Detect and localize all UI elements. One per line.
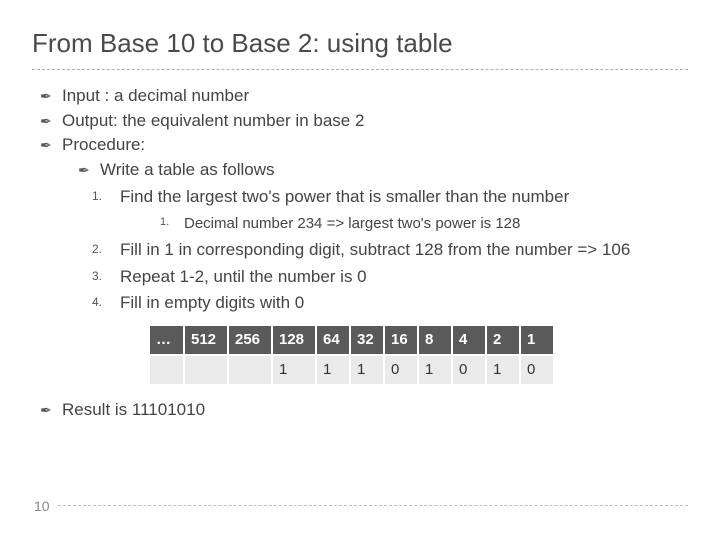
step-2: 2. Fill in 1 in corresponding digit, sub… [92,238,688,263]
step-number: 4. [92,294,102,311]
bullet-icon: ✒ [78,160,90,180]
th: 512 [184,326,228,355]
step-text: Fill in empty digits with 0 [120,293,304,312]
td: 0 [452,355,486,385]
substep-number: 1. [160,215,169,230]
procedure-steps: 1. Find the largest two's power that is … [62,185,688,317]
powers-table: … 512 256 128 64 32 16 8 4 2 1 1 [150,326,555,386]
sub-bullets: ✒ Write a table as follows [62,158,688,183]
substep-1: 1. Decimal number 234 => largest two's p… [160,213,688,234]
td [228,355,272,385]
td [150,355,184,385]
step-3: 3. Repeat 1-2, until the number is 0 [92,265,688,290]
td: 1 [418,355,452,385]
td: 1 [316,355,350,385]
th: 256 [228,326,272,355]
bullet-output: ✒ Output: the equivalent number in base … [40,109,688,134]
divider-top [32,69,688,70]
th: 128 [272,326,316,355]
step-text: Find the largest two's power that is sma… [120,187,569,206]
bullet-procedure: ✒ Procedure: ✒ Write a table as follows … [40,133,688,385]
td [184,355,228,385]
bullet-icon: ✒ [40,111,52,131]
th: 2 [486,326,520,355]
step-text: Repeat 1-2, until the number is 0 [120,267,367,286]
bullet-write-table: ✒ Write a table as follows [78,158,688,183]
bullet-text: Procedure: [62,135,145,154]
td: 0 [384,355,418,385]
bullet-text: Write a table as follows [100,160,274,179]
td: 0 [520,355,554,385]
step-1: 1. Find the largest two's power that is … [92,185,688,235]
bullet-icon: ✒ [40,86,52,106]
bullet-icon: ✒ [40,135,52,155]
th: 16 [384,326,418,355]
table-row: 1 1 1 0 1 0 1 0 [150,355,554,385]
th: 32 [350,326,384,355]
th: 4 [452,326,486,355]
td: 1 [272,355,316,385]
result-text: Result is 11101010 [62,400,205,419]
bullet-icon: ✒ [40,400,52,420]
th: 1 [520,326,554,355]
table-header-row: … 512 256 128 64 32 16 8 4 2 1 [150,326,554,355]
step-text: Fill in 1 in corresponding digit, subtra… [120,240,630,259]
substep-text: Decimal number 234 => largest two's powe… [184,215,520,232]
slide-title: From Base 10 to Base 2: using table [32,28,688,59]
divider-bottom [58,505,688,506]
td: 1 [350,355,384,385]
bullet-result: ✒ Result is 11101010 [40,398,688,423]
page-number: 10 [34,498,50,514]
th: 64 [316,326,350,355]
step-4: 4. Fill in empty digits with 0 [92,291,688,316]
bullet-text: Output: the equivalent number in base 2 [62,111,364,130]
powers-table-wrap: … 512 256 128 64 32 16 8 4 2 1 1 [150,326,688,386]
step-number: 1. [92,188,102,205]
main-bullets: ✒ Input : a decimal number ✒ Output: the… [32,84,688,422]
bullet-text: Input : a decimal number [62,86,249,105]
substeps: 1. Decimal number 234 => largest two's p… [120,213,688,234]
bullet-input: ✒ Input : a decimal number [40,84,688,109]
step-number: 2. [92,241,102,258]
th: 8 [418,326,452,355]
step-number: 3. [92,268,102,285]
td: 1 [486,355,520,385]
th: … [150,326,184,355]
